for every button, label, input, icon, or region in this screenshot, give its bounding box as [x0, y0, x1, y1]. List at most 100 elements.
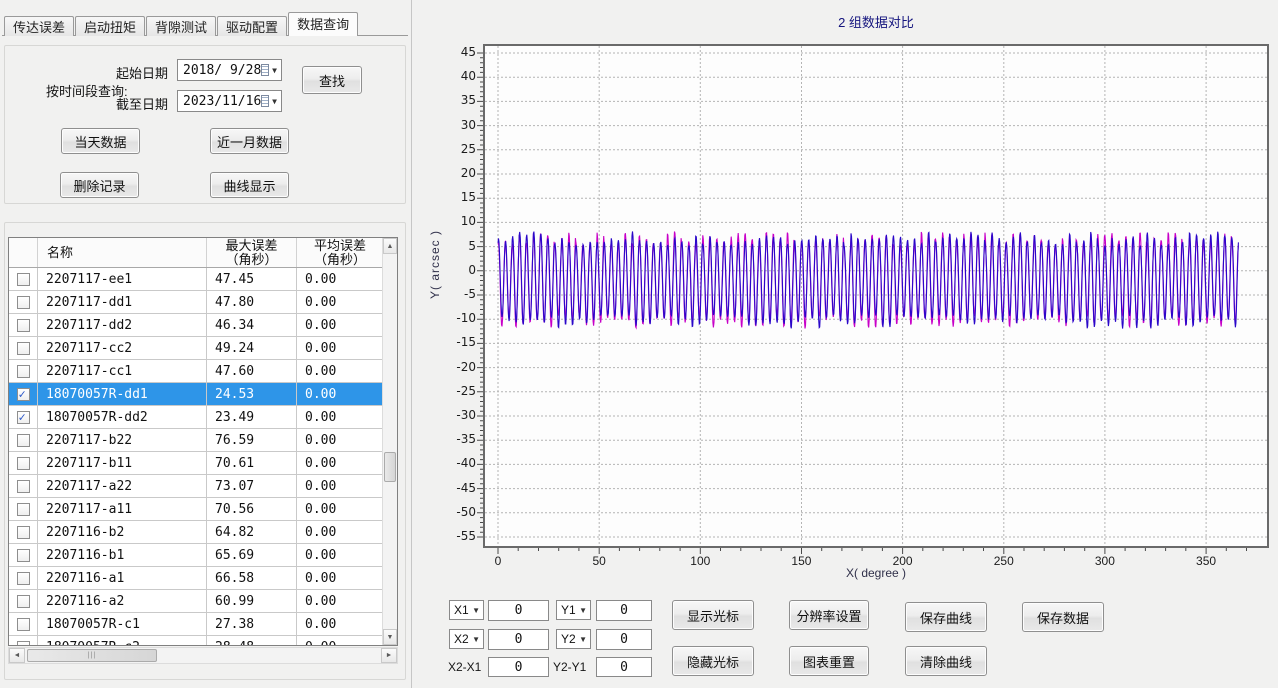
- tab-item-2[interactable]: 背隙测试: [146, 16, 216, 36]
- table-row[interactable]: 2207117-b2276.590.00: [9, 429, 383, 452]
- row-checkbox[interactable]: [17, 595, 30, 608]
- vertical-scroll-thumb[interactable]: [384, 452, 396, 482]
- row-checkbox[interactable]: [17, 549, 30, 562]
- cell-avg-error: 0.00: [297, 544, 383, 566]
- row-checkbox[interactable]: [17, 273, 30, 286]
- tab-item-0[interactable]: 传达误差: [4, 16, 74, 36]
- scroll-right-icon[interactable]: ►: [381, 648, 397, 663]
- results-table: 名称 最大误差 （角秒） 平均误差 （角秒） 2207117-ee147.450…: [8, 237, 398, 646]
- cell-name: 2207116-b2: [38, 521, 207, 543]
- x-tick-label: 0: [476, 554, 520, 568]
- end-date-field[interactable]: 2023/11/16 ▼: [177, 90, 282, 112]
- row-checkbox[interactable]: [17, 342, 30, 355]
- dx-value-field[interactable]: [488, 657, 549, 677]
- start-date-field[interactable]: 2018/ 9/28 ▼: [177, 59, 282, 81]
- today-data-button[interactable]: 当天数据: [61, 128, 140, 154]
- clear-curve-button[interactable]: 清除曲线: [905, 646, 987, 676]
- cell-max-error: 47.80: [207, 291, 297, 313]
- x-tick-label: 350: [1184, 554, 1228, 568]
- header-name[interactable]: 名称: [38, 238, 207, 267]
- left-panel: 传达误差启动扭矩背隙测试驱动配置数据查询 按时间段查询: 起始日期 2018/ …: [0, 0, 412, 688]
- table-row[interactable]: 2207117-dd246.340.00: [9, 314, 383, 337]
- show-cursor-button[interactable]: 显示光标: [672, 600, 754, 630]
- table-row[interactable]: 18070057R-dd124.530.00: [9, 383, 383, 406]
- tabstrip: 传达误差启动扭矩背隙测试驱动配置数据查询: [4, 12, 359, 36]
- hide-cursor-button[interactable]: 隐藏光标: [672, 646, 754, 676]
- x2-cursor-select[interactable]: X2 ▼: [449, 629, 484, 649]
- table-row[interactable]: 18070057R-c127.380.00: [9, 613, 383, 636]
- tab-item-3[interactable]: 驱动配置: [217, 16, 287, 36]
- y-tick-label: -45: [434, 481, 476, 495]
- table-row[interactable]: 2207116-a260.990.00: [9, 590, 383, 613]
- save-data-button[interactable]: 保存数据: [1022, 602, 1104, 632]
- row-checkbox[interactable]: [17, 296, 30, 309]
- cell-max-error: 27.38: [207, 613, 297, 635]
- y1-value-field[interactable]: [596, 600, 652, 621]
- chevron-down-icon[interactable]: ▼: [272, 66, 277, 75]
- dy-label: Y2-Y1: [553, 660, 586, 674]
- cell-name: 2207117-ee1: [38, 268, 207, 290]
- cell-avg-error: 0.00: [297, 452, 383, 474]
- table-row[interactable]: 2207117-dd147.800.00: [9, 291, 383, 314]
- table-row[interactable]: 2207116-a166.580.00: [9, 567, 383, 590]
- delete-record-button[interactable]: 删除记录: [60, 172, 139, 198]
- horizontal-scrollbar[interactable]: ◄ ||| ►: [8, 647, 398, 664]
- row-checkbox[interactable]: [17, 411, 30, 424]
- calendar-icon[interactable]: [261, 95, 269, 107]
- resolution-settings-button[interactable]: 分辨率设置: [789, 600, 869, 630]
- y2-cursor-select[interactable]: Y2 ▼: [556, 629, 591, 649]
- x1-cursor-select[interactable]: X1 ▼: [449, 600, 484, 620]
- table-row[interactable]: 2207117-a2273.070.00: [9, 475, 383, 498]
- row-checkbox[interactable]: [17, 641, 30, 646]
- x1-value-field[interactable]: [488, 600, 549, 621]
- table-row[interactable]: 2207117-ee147.450.00: [9, 268, 383, 291]
- y1-cursor-select[interactable]: Y1 ▼: [556, 600, 591, 620]
- row-checkbox[interactable]: [17, 503, 30, 516]
- curve-display-button[interactable]: 曲线显示: [210, 172, 289, 198]
- cell-max-error: 66.58: [207, 567, 297, 589]
- table-row[interactable]: 2207116-b165.690.00: [9, 544, 383, 567]
- y2-value-field[interactable]: [596, 629, 652, 650]
- cell-name: 2207117-b11: [38, 452, 207, 474]
- scroll-left-icon[interactable]: ◄: [9, 648, 25, 663]
- cell-avg-error: 0.00: [297, 337, 383, 359]
- tab-item-4[interactable]: 数据查询: [288, 12, 358, 36]
- chart-reset-button[interactable]: 图表重置: [789, 646, 869, 676]
- header-max-error[interactable]: 最大误差 （角秒）: [207, 238, 297, 267]
- cell-max-error: 73.07: [207, 475, 297, 497]
- row-checkbox[interactable]: [17, 457, 30, 470]
- tab-item-1[interactable]: 启动扭矩: [75, 16, 145, 36]
- chevron-down-icon[interactable]: ▼: [272, 97, 277, 106]
- table-row[interactable]: 2207117-cc147.600.00: [9, 360, 383, 383]
- save-curve-button[interactable]: 保存曲线: [905, 602, 987, 632]
- row-checkbox[interactable]: [17, 480, 30, 493]
- x2-value-field[interactable]: [488, 629, 549, 650]
- last-month-data-button[interactable]: 近一月数据: [210, 128, 289, 154]
- table-row[interactable]: 2207116-b264.820.00: [9, 521, 383, 544]
- row-checkbox[interactable]: [17, 526, 30, 539]
- header-avg-error[interactable]: 平均误差 （角秒）: [297, 238, 383, 267]
- horizontal-scroll-thumb[interactable]: |||: [27, 649, 157, 662]
- table-row[interactable]: 18070057R-dd223.490.00: [9, 406, 383, 429]
- row-checkbox[interactable]: [17, 365, 30, 378]
- chart-plot[interactable]: [475, 40, 1273, 556]
- row-checkbox[interactable]: [17, 572, 30, 585]
- vertical-scrollbar[interactable]: ▲ ▼: [382, 238, 397, 645]
- row-checkbox[interactable]: [17, 618, 30, 631]
- row-checkbox[interactable]: [17, 388, 30, 401]
- cell-name: 18070057R-c1: [38, 613, 207, 635]
- scroll-down-icon[interactable]: ▼: [383, 629, 397, 645]
- table-row[interactable]: 2207117-a1170.560.00: [9, 498, 383, 521]
- cell-name: 2207117-dd1: [38, 291, 207, 313]
- y-tick-label: 40: [434, 69, 476, 83]
- table-row[interactable]: 2207117-cc249.240.00: [9, 337, 383, 360]
- checkbox-cell: [9, 613, 38, 635]
- calendar-icon[interactable]: [261, 64, 269, 76]
- table-row[interactable]: 2207117-b1170.610.00: [9, 452, 383, 475]
- table-row[interactable]: 18070057R-c228.480.00: [9, 636, 383, 645]
- row-checkbox[interactable]: [17, 434, 30, 447]
- row-checkbox[interactable]: [17, 319, 30, 332]
- scroll-up-icon[interactable]: ▲: [383, 238, 397, 254]
- find-button[interactable]: 查找: [302, 66, 362, 94]
- dy-value-field[interactable]: [596, 657, 652, 677]
